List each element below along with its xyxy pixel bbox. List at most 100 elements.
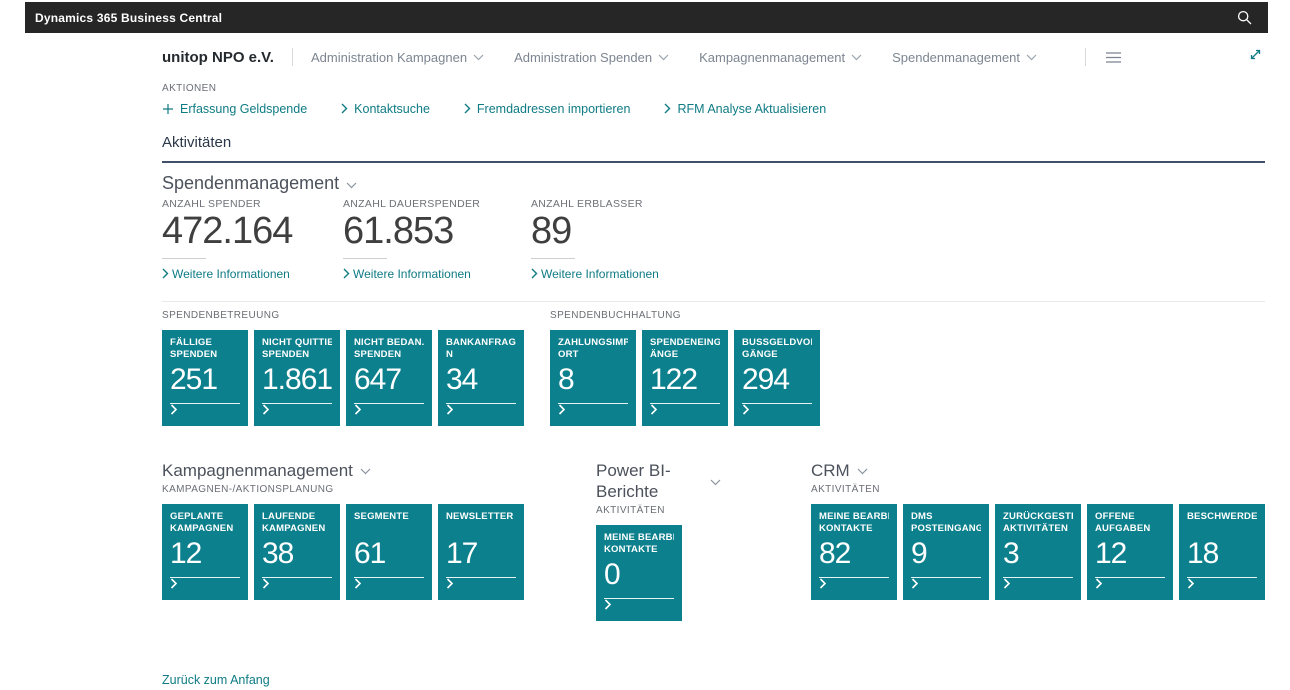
section-title: Spendenmanagement: [162, 173, 339, 194]
action-label: RFM Analyse Aktualisieren: [677, 102, 826, 116]
kpi-row: ANZAHL SPENDER472.164Weitere Information…: [162, 198, 1265, 281]
tiles-strip: GEPLANTEKAMPAGNEN12LAUFENDEKAMPAGNEN38SE…: [162, 504, 524, 600]
search-icon[interactable]: [1237, 10, 1252, 25]
cue-tile-title-line2: AUFGABEN: [1095, 523, 1165, 535]
tile-group-1-1: Power BI-Berichte AKTIVITÄTEN MEINE BEARBE…: [596, 460, 721, 621]
chevron-down-icon: [851, 54, 862, 61]
cue-tile-value: 82: [819, 539, 889, 569]
cue-tile-title-line2: ORT: [558, 349, 628, 361]
cue-tile-title: MEINE BEARBE.KONTAKTE: [604, 532, 674, 556]
cue-tile-title: ZURÜCKGESTE...AKTIVITÄTEN: [1003, 511, 1073, 535]
nav-menu-3[interactable]: Spendenmanagement: [892, 50, 1037, 65]
tile-group-caption: AKTIVITÄTEN: [596, 505, 721, 516]
cue-tile-title: DMSPOSTEINGANG: [911, 511, 981, 535]
cue-tile[interactable]: MEINE BEARBE..KONTAKTE 82: [811, 504, 897, 600]
cue-tile[interactable]: BESCHWERDEN18: [1179, 504, 1265, 600]
cue-tile-title-line2: KONTAKTE: [604, 544, 674, 556]
cue-tile-separator: [1187, 577, 1257, 578]
page-content: unitop NPO e.V. Administration Kampagnen…: [162, 40, 1265, 689]
cue-tile-value: 0: [604, 560, 674, 590]
cue-tile-title-line1: ZURÜCKGESTE...: [1003, 511, 1073, 523]
actions-caption: AKTIONEN: [162, 83, 1265, 94]
chevron-right-icon: [1003, 576, 1011, 594]
nav-menu-label: Spendenmanagement: [892, 50, 1020, 65]
kpi-separator: [343, 258, 387, 259]
cue-tile[interactable]: NICHT BEDAN...SPENDEN 647: [346, 330, 432, 426]
action-2[interactable]: Fremdadressen importieren: [464, 102, 631, 116]
back-to-top-link[interactable]: Zurück zum Anfang: [162, 673, 270, 687]
cue-tile-separator: [262, 577, 332, 578]
cue-tile[interactable]: ZAHLUNGSIMPORT8: [550, 330, 636, 426]
chevron-right-icon: [446, 402, 454, 420]
cue-tile[interactable]: SPENDENEINGÄNGE122: [642, 330, 728, 426]
cue-tile-title-line1: GEPLANTE: [170, 511, 240, 523]
action-0[interactable]: Erfassung Geldspende: [162, 102, 307, 116]
action-label: Erfassung Geldspende: [180, 102, 307, 116]
tile-group-title[interactable]: Power BI-Berichte: [596, 460, 721, 502]
cue-tile[interactable]: BANKANFRAGEN34: [438, 330, 524, 426]
cue-tile-value: 61: [354, 539, 424, 569]
cue-tile[interactable]: NICHT QUITTIE...SPENDEN1.861: [254, 330, 340, 426]
cue-tile-title-line1: DMS: [911, 511, 981, 523]
cue-tile-title-line1: MEINE BEARBE..: [819, 511, 889, 523]
nav-menu-0[interactable]: Administration Kampagnen: [311, 50, 484, 65]
cue-tile-separator: [170, 577, 240, 578]
cue-tile-value: 1.861: [262, 365, 332, 395]
nav-menu-label: Administration Kampagnen: [311, 50, 467, 65]
cue-tile-title: NEWSLETTER: [446, 511, 516, 535]
cue-tile-separator: [354, 403, 424, 404]
cue-tile-title-line1: ZAHLUNGSIMP: [558, 337, 628, 349]
tile-group-title-label: CRM: [811, 460, 850, 481]
cue-tile-value: 9: [911, 539, 981, 569]
tile-group-title-label: Kampagnenmanagement: [162, 460, 353, 481]
cue-tile[interactable]: NEWSLETTER17: [438, 504, 524, 600]
cue-tile-title-line1: BANKANFRAGE: [446, 337, 516, 349]
cue-tile[interactable]: DMSPOSTEINGANG 9: [903, 504, 989, 600]
tile-group-header: CRM: [811, 460, 1265, 481]
cue-tile-value: 12: [170, 539, 240, 569]
kpi-value[interactable]: 472.164: [162, 212, 343, 252]
kpi-value[interactable]: 89: [531, 212, 659, 252]
cue-tile-title: NICHT BEDAN...SPENDEN: [354, 337, 424, 361]
cue-tile-title-line2: KAMPAGNEN: [262, 523, 332, 535]
tile-group-0-1: SPENDENBUCHHALTUNGZAHLUNGSIMPORT8SPENDEN…: [550, 310, 820, 426]
cue-tile-title-line1: BESCHWERDEN: [1187, 511, 1257, 523]
cue-tile-title: ZAHLUNGSIMPORT: [558, 337, 628, 361]
kpi-value[interactable]: 61.853: [343, 212, 531, 252]
kpi-2: ANZAHL ERBLASSER89Weitere Informationen: [531, 198, 659, 281]
cue-tile[interactable]: LAUFENDEKAMPAGNEN38: [254, 504, 340, 600]
nav-menu-1[interactable]: Administration Spenden: [514, 50, 669, 65]
section-header-spendenmanagement[interactable]: Spendenmanagement: [162, 173, 357, 194]
chevron-right-icon: [162, 268, 169, 279]
cue-tile[interactable]: SEGMENTE61: [346, 504, 432, 600]
more-information-link[interactable]: Weitere Informationen: [343, 267, 531, 281]
cue-tile[interactable]: MEINE BEARBE.KONTAKTE 0: [596, 525, 682, 621]
cue-tile[interactable]: BUSSGELDVORGÄNGE294: [734, 330, 820, 426]
cue-tile[interactable]: ZURÜCKGESTE...AKTIVITÄTEN 3: [995, 504, 1081, 600]
tile-group-title[interactable]: Kampagnenmanagement: [162, 460, 371, 481]
tile-group-title-label: Power BI-Berichte: [596, 460, 703, 502]
company-title[interactable]: unitop NPO e.V.: [162, 49, 274, 66]
cue-tile-title: MEINE BEARBE..KONTAKTE: [819, 511, 889, 535]
action-3[interactable]: RFM Analyse Aktualisieren: [664, 102, 826, 116]
nav-menu-2[interactable]: Kampagnenmanagement: [699, 50, 862, 65]
tile-group-title[interactable]: CRM: [811, 460, 868, 481]
cue-tile-title: BESCHWERDEN: [1187, 511, 1257, 535]
action-1[interactable]: Kontaktsuche: [341, 102, 430, 116]
tile-group-0-0: SPENDENBETREUUNGFÄLLIGESPENDEN251NICHT Q…: [162, 310, 524, 426]
cue-tile[interactable]: FÄLLIGESPENDEN251: [162, 330, 248, 426]
chevron-right-icon: [531, 268, 538, 279]
more-information-link[interactable]: Weitere Informationen: [531, 267, 659, 281]
tiles-strip: FÄLLIGESPENDEN251NICHT QUITTIE...SPENDEN…: [162, 330, 524, 426]
kpi-separator: [531, 258, 575, 259]
cue-tile-title-line1: NEWSLETTER: [446, 511, 516, 523]
cue-tile[interactable]: OFFENEAUFGABEN12: [1087, 504, 1173, 600]
cue-tile-value: 647: [354, 365, 424, 395]
tile-group-1-0: KampagnenmanagementKAMPAGNEN-/AKTIONSPLA…: [162, 460, 524, 600]
tiles-strip: MEINE BEARBE..KONTAKTE82DMSPOSTEINGANG9Z…: [811, 504, 1265, 600]
cue-tile-value: 3: [1003, 539, 1073, 569]
more-options-icon[interactable]: [1106, 52, 1121, 63]
cue-tile[interactable]: GEPLANTEKAMPAGNEN12: [162, 504, 248, 600]
more-information-link[interactable]: Weitere Informationen: [162, 267, 343, 281]
chevron-down-icon: [473, 54, 484, 61]
